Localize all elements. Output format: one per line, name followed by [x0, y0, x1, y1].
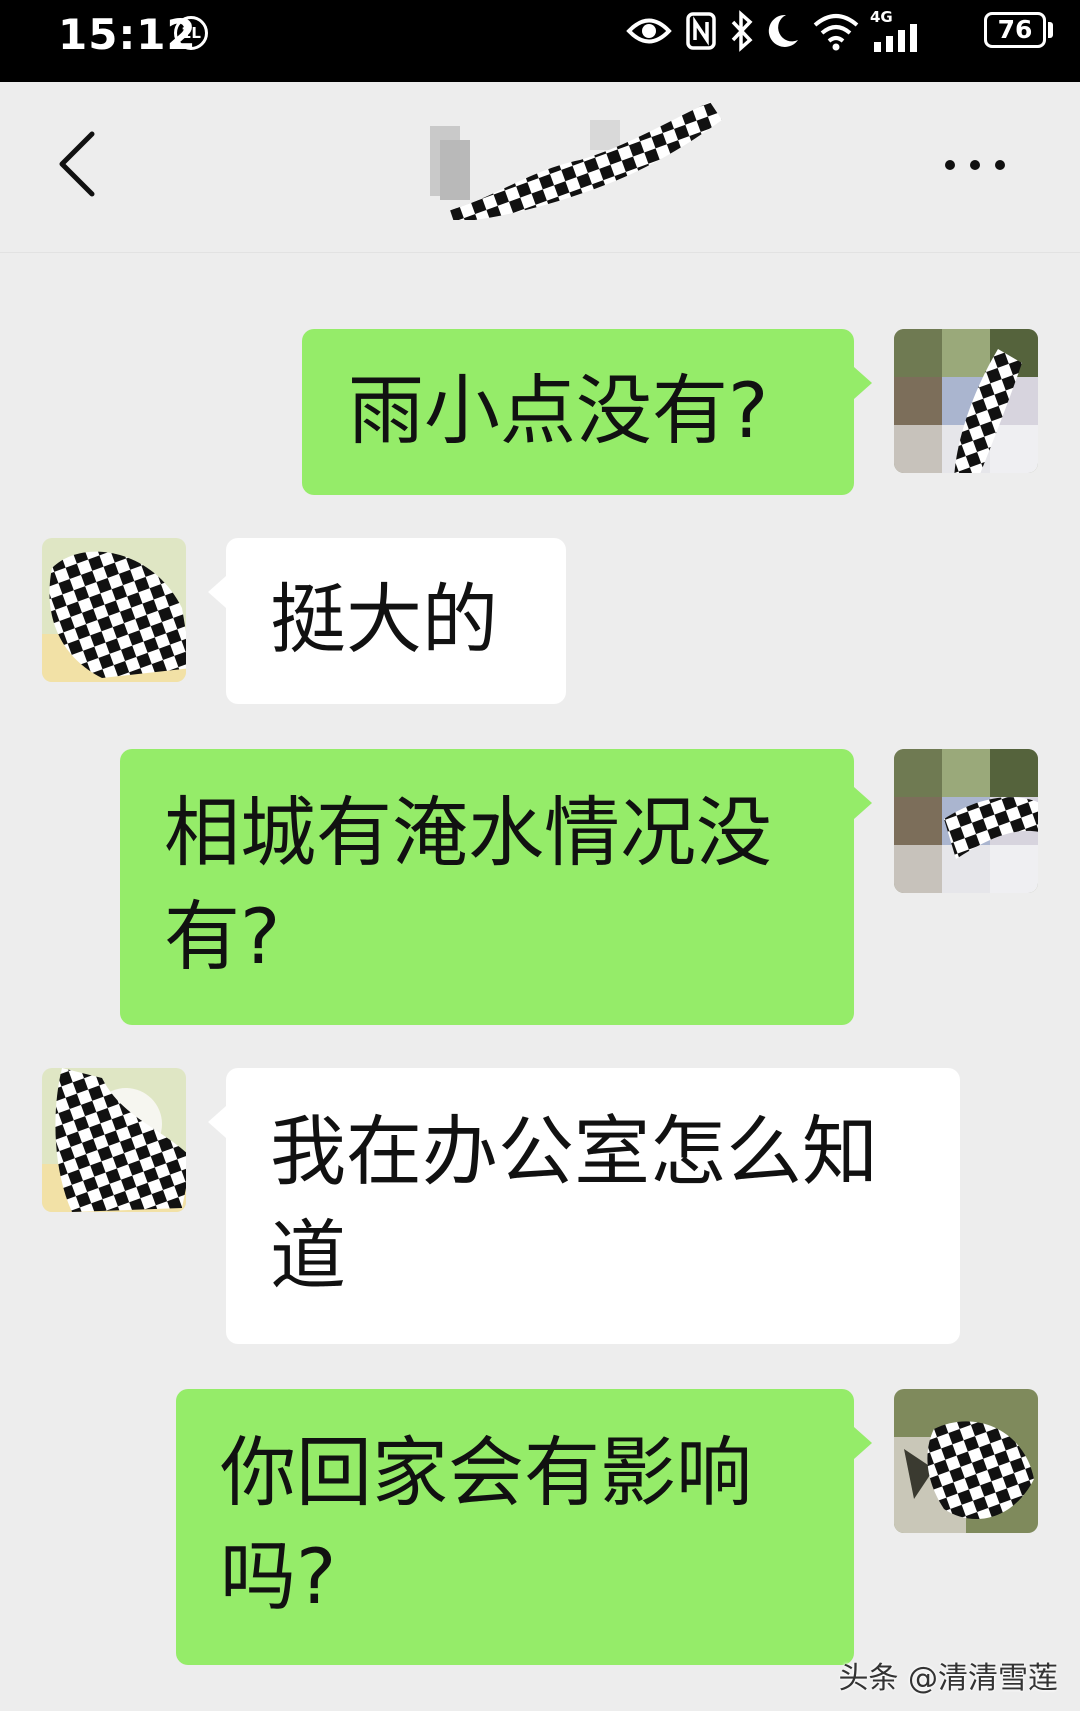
message-text: 我在办公室怎么知道	[270, 1107, 878, 1300]
message-text: 雨小点没有?	[348, 366, 769, 455]
message-text: 相城有淹水情况没有?	[164, 788, 772, 981]
moon-icon	[768, 14, 798, 47]
eye-icon	[626, 18, 672, 44]
avatar-self[interactable]	[894, 1389, 1038, 1533]
status-icons: 4G 76	[620, 0, 1080, 82]
more-horizontal-icon[interactable]	[940, 150, 1010, 180]
bubble-tail	[854, 787, 872, 819]
chevron-left-icon[interactable]	[52, 128, 112, 200]
nfc-icon	[686, 12, 716, 50]
message-bubble-received[interactable]: 挺大的	[208, 538, 566, 704]
message-list[interactable]: 雨小点没有? 挺大的 相城有淹水情况没有? 我在办公室怎么知道 你回家会有影响吗…	[0, 253, 1080, 1711]
avatar-self-redacted	[894, 1389, 1038, 1533]
avatar-contact-redacted	[42, 1068, 186, 1212]
avatar-self[interactable]	[894, 749, 1038, 893]
bubble-tail	[854, 1427, 872, 1459]
message-text: 挺大的	[270, 575, 498, 664]
avatar-self-redacted	[894, 329, 1038, 473]
battery-icon: 76	[984, 12, 1046, 48]
battery-tip	[1048, 22, 1053, 38]
avatar-contact[interactable]	[42, 1068, 186, 1212]
bubble-tail	[854, 367, 872, 399]
message-bubble-sent[interactable]: 你回家会有影响吗?	[176, 1389, 872, 1665]
message-text: 你回家会有影响吗?	[220, 1428, 752, 1621]
status-bar: 15:12 1L 4G 76	[0, 0, 1080, 82]
data-usage-badge-icon: 1L	[174, 16, 208, 50]
avatar-self[interactable]	[894, 329, 1038, 473]
wifi-icon	[813, 14, 859, 51]
chat-header	[0, 82, 1080, 253]
avatar-contact[interactable]	[42, 538, 186, 682]
bubble-tail	[208, 576, 226, 608]
message-bubble-received[interactable]: 我在办公室怎么知道	[208, 1068, 960, 1344]
avatar-contact-redacted	[42, 538, 186, 682]
watermark: 头条 @清清雪莲	[838, 1661, 1058, 1696]
bluetooth-icon	[731, 10, 753, 52]
bubble-tail	[208, 1106, 226, 1138]
signal-icon	[874, 24, 917, 52]
contact-name-redacted	[430, 102, 722, 220]
message-bubble-sent[interactable]: 相城有淹水情况没有?	[120, 749, 872, 1025]
avatar-self-redacted	[894, 749, 1038, 893]
message-bubble-sent[interactable]: 雨小点没有?	[302, 329, 872, 495]
